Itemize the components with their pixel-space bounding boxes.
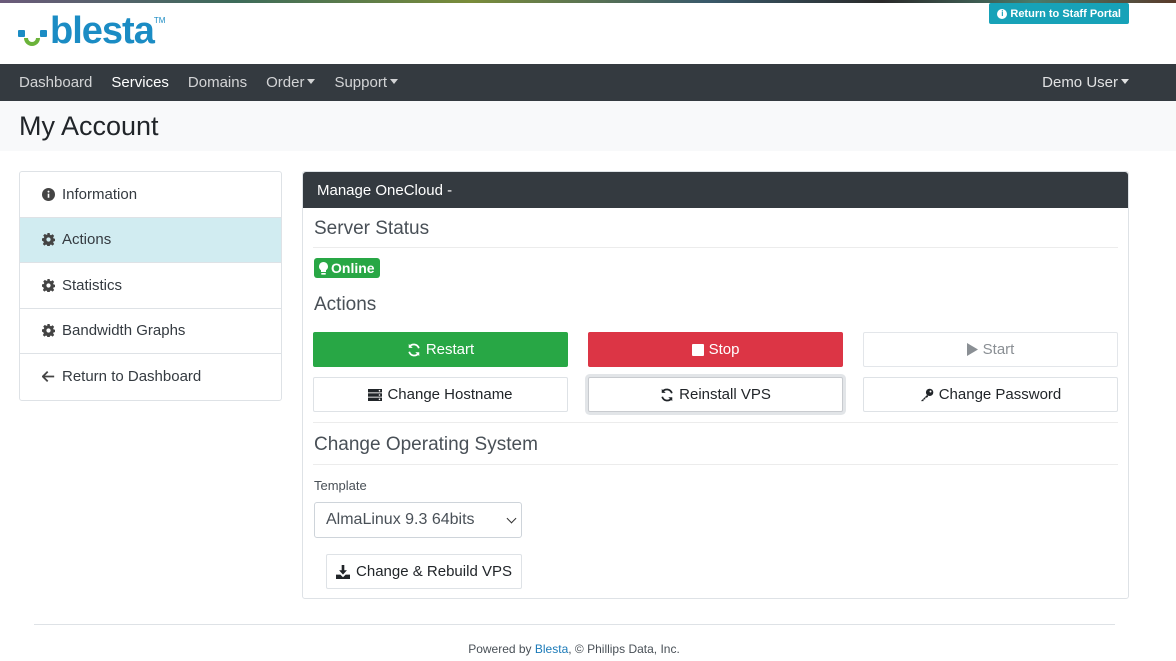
template-selected-value: AlmaLinux 9.3 64bits: [326, 511, 475, 528]
reinstall-vps-button[interactable]: Reinstall VPS: [588, 377, 843, 412]
logo-text: blesta: [50, 10, 155, 52]
arrow-left-icon: [41, 370, 55, 384]
start-button[interactable]: Start: [863, 332, 1118, 367]
divider: [313, 247, 1118, 248]
footer-prefix: Powered by: [468, 642, 535, 656]
footer: Powered by Blesta, © Phillips Data, Inc.: [0, 642, 1148, 656]
restart-label: Restart: [425, 341, 475, 358]
footer-blesta-link[interactable]: Blesta: [535, 642, 568, 656]
template-label: Template: [314, 478, 367, 493]
nav-domains[interactable]: Domains: [188, 74, 247, 91]
info-icon: i: [997, 8, 1008, 19]
nav-support-label: Support: [334, 74, 387, 91]
page-title-bar: My Account: [0, 101, 1176, 151]
sidebar-item-information[interactable]: Information: [20, 172, 281, 218]
divider: [313, 422, 1118, 423]
server-status-heading: Server Status: [314, 218, 430, 239]
status-badge: Online: [314, 258, 380, 278]
nav-order[interactable]: Order: [266, 74, 316, 91]
server-icon: [368, 388, 383, 401]
return-to-staff-portal-button[interactable]: i Return to Staff Portal: [989, 3, 1129, 24]
sidebar-item-label: Actions: [62, 231, 112, 249]
gear-icon: [41, 278, 55, 292]
rebuild-label: Change & Rebuild VPS: [356, 563, 512, 580]
user-menu-label: Demo User: [1042, 74, 1118, 91]
play-icon: [966, 343, 978, 356]
sidebar-item-actions[interactable]: Actions: [20, 217, 281, 263]
status-badge-label: Online: [331, 260, 375, 276]
footer-divider: [34, 624, 1115, 625]
change-password-label: Change Password: [938, 386, 1062, 403]
gear-icon: [41, 233, 55, 247]
logo-smile-icon: [18, 18, 48, 48]
nav-order-label: Order: [266, 74, 305, 91]
sidebar-item-bandwidth-graphs[interactable]: Bandwidth Graphs: [20, 309, 281, 354]
actions-heading: Actions: [314, 294, 377, 315]
divider: [313, 464, 1118, 465]
refresh-icon: [407, 343, 421, 357]
sidebar-item-label: Return to Dashboard: [62, 368, 202, 386]
sidebar-item-label: Information: [62, 185, 138, 203]
caret-down-icon: [1121, 79, 1129, 84]
sidebar-item-return-to-dashboard[interactable]: Return to Dashboard: [20, 354, 281, 400]
change-hostname-button[interactable]: Change Hostname: [313, 377, 568, 412]
sidebar-item-label: Statistics: [62, 276, 123, 294]
main-navbar: Dashboard Services Domains Order Support…: [0, 64, 1176, 101]
nav-dashboard[interactable]: Dashboard: [19, 74, 92, 91]
panel-title: Manage OneCloud -: [303, 172, 1128, 208]
caret-down-icon: [307, 79, 316, 84]
start-label: Start: [982, 341, 1015, 358]
site-header: blesta TM i Return to Staff Portal: [0, 0, 1176, 64]
lightbulb-icon: [319, 261, 328, 275]
change-hostname-label: Change Hostname: [387, 386, 513, 403]
download-icon: [336, 564, 351, 579]
staff-portal-label: Return to Staff Portal: [1010, 7, 1121, 20]
logo-trademark: TM: [153, 16, 166, 25]
change-password-button[interactable]: Change Password: [863, 377, 1118, 412]
sidebar-item-label: Bandwidth Graphs: [62, 322, 186, 340]
key-icon: [920, 388, 934, 402]
footer-suffix: , © Phillips Data, Inc.: [568, 642, 680, 656]
restart-button[interactable]: Restart: [313, 332, 568, 367]
sidebar-item-statistics[interactable]: Statistics: [20, 263, 281, 309]
gear-icon: [41, 324, 55, 338]
stop-square-icon: [691, 343, 704, 356]
stop-button[interactable]: Stop: [588, 332, 843, 367]
nav-support[interactable]: Support: [334, 74, 398, 91]
template-select[interactable]: AlmaLinux 9.3 64bits: [314, 502, 522, 538]
reinstall-vps-label: Reinstall VPS: [679, 386, 771, 403]
account-sidebar: Information Actions Statistics Bandwidth…: [19, 171, 282, 401]
stop-label: Stop: [708, 341, 740, 358]
refresh-icon: [660, 388, 674, 402]
change-os-heading: Change Operating System: [314, 434, 538, 455]
change-and-rebuild-button[interactable]: Change & Rebuild VPS: [326, 554, 522, 589]
manage-service-panel: Manage OneCloud - Server Status Online A…: [302, 171, 1129, 599]
info-circle-icon: [41, 187, 55, 201]
page-title: My Account: [19, 111, 159, 141]
chevron-down-icon: [506, 513, 517, 524]
blesta-logo[interactable]: blesta TM: [18, 10, 166, 52]
caret-down-icon: [390, 79, 398, 84]
nav-services[interactable]: Services: [111, 74, 169, 91]
user-menu[interactable]: Demo User: [1042, 74, 1129, 91]
